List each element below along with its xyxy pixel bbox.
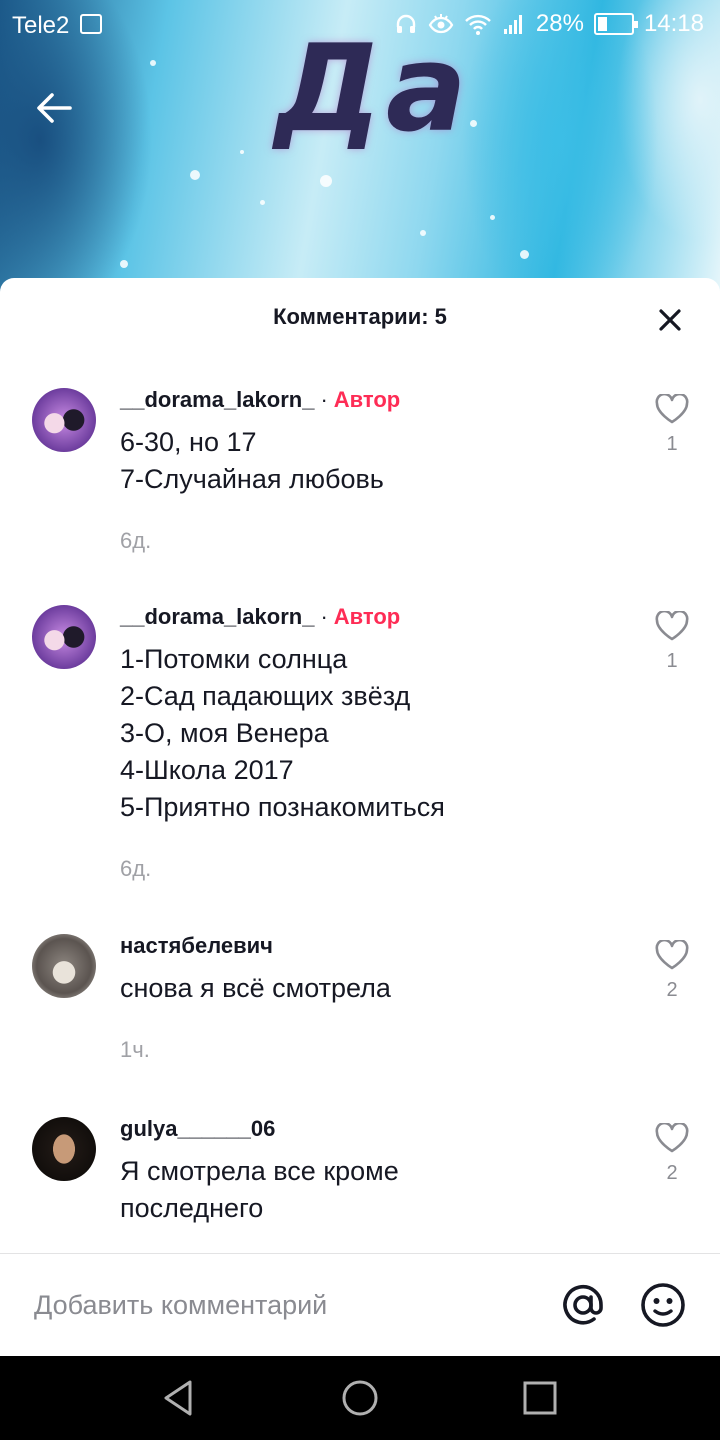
clock: 14:18: [643, 10, 704, 37]
heart-outline-icon: [655, 1121, 689, 1153]
battery-percent: 28%: [535, 10, 584, 37]
close-icon: [659, 309, 681, 331]
at-sign-icon: [563, 1284, 603, 1325]
comments-title: Комментарии: 5: [273, 304, 447, 329]
comment-username[interactable]: gulya______06: [120, 1116, 275, 1141]
author-badge: Автор: [333, 387, 401, 412]
eye-comfort-icon: [428, 14, 454, 34]
comment-text: Я смотрела все кроме последнего: [120, 1153, 610, 1227]
heart-outline-icon: [655, 609, 689, 641]
sparkle: [260, 200, 265, 205]
comment-username[interactable]: __dorama_lakorn_: [120, 604, 314, 629]
comment-list: __dorama_lakorn_ · Автор 6-30, но 17 7-Слу…: [0, 358, 720, 1253]
comment-line: 7-Случайная любовь: [120, 464, 384, 494]
mention-button[interactable]: [558, 1280, 608, 1330]
signal-icon: [503, 15, 522, 34]
separator-dot: ·: [320, 387, 328, 412]
comment-header: gulya______06: [120, 1115, 610, 1143]
comment-item: gulya______06 Я смотрела все кроме после…: [0, 1115, 720, 1227]
comment-line: 1-Потомки солнца: [120, 644, 348, 674]
avatar[interactable]: [32, 1117, 96, 1181]
comment-time: 6д.: [120, 528, 152, 553]
nav-recents-button[interactable]: [518, 1376, 562, 1420]
comment-username[interactable]: настябелевич: [120, 933, 273, 958]
battery-icon: [593, 13, 638, 35]
heart-outline-icon: [655, 938, 689, 970]
sparkle: [240, 150, 244, 154]
comments-sheet: Комментарии: 5 __dorama_lakorn_ · Автор 6-…: [0, 278, 720, 1356]
comment-line: 4-Школа 2017: [120, 755, 294, 785]
avatar[interactable]: [32, 605, 96, 669]
headphones-icon: [396, 14, 416, 33]
status-bar: Tele2 28% 14:18: [0, 0, 720, 50]
sparkle: [150, 60, 156, 66]
comment-line: снова я всё смотрела: [120, 973, 391, 1003]
comment-header: __dorama_lakorn_ · Автор: [120, 386, 610, 414]
comment-line: 6-30, но 17: [120, 427, 257, 457]
emoji-button[interactable]: [638, 1280, 688, 1330]
comment-item: __dorama_lakorn_ · Автор 6-30, но 17 7-Слу…: [0, 386, 720, 554]
like-count: 1: [666, 433, 678, 455]
comment-text: снова я всё смотрела: [120, 970, 610, 1007]
smiley-icon: [641, 1283, 685, 1327]
comment-time: 6д.: [120, 856, 152, 881]
like-count: 1: [666, 650, 678, 672]
heart-outline-icon: [655, 392, 689, 424]
sparkle: [490, 215, 495, 220]
comment-text: 1-Потомки солнца 2-Сад падающих звёзд 3-…: [120, 641, 610, 826]
comment-text: 6-30, но 17 7-Случайная любовь: [120, 424, 610, 498]
separator-dot: ·: [320, 604, 328, 629]
arrow-left-icon: [37, 93, 72, 123]
battery-fill: [597, 17, 607, 31]
like-count: 2: [666, 1162, 678, 1184]
sparkle: [520, 250, 529, 259]
comment-header: __dorama_lakorn_ · Автор: [120, 603, 610, 631]
nav-home-button[interactable]: [338, 1376, 382, 1420]
avatar[interactable]: [32, 934, 96, 998]
like-button[interactable]: 1: [648, 392, 696, 456]
triangle-back-icon: [164, 1380, 192, 1416]
comment-input[interactable]: [32, 1276, 536, 1334]
comment-line: последнего: [120, 1193, 264, 1223]
sheet-header: Комментарии: 5: [0, 278, 720, 358]
like-button[interactable]: 2: [648, 1121, 696, 1185]
sparkle: [420, 230, 426, 236]
image-notification-icon: [80, 14, 102, 34]
author-badge: Автор: [333, 604, 401, 629]
back-button[interactable]: [30, 84, 78, 132]
like-button[interactable]: 2: [648, 938, 696, 1002]
sparkle: [470, 120, 477, 127]
avatar[interactable]: [32, 388, 96, 452]
close-button[interactable]: [650, 300, 690, 340]
navigation-bar: [0, 1356, 720, 1440]
comment-line: 3-О, моя Венера: [120, 718, 329, 748]
like-button[interactable]: 1: [648, 609, 696, 673]
comment-item: настябелевич снова я всё смотрела 1ч.: [0, 932, 720, 1063]
circle-home-icon: [342, 1380, 378, 1416]
comment-line: Я смотрела все кроме: [120, 1156, 399, 1186]
sparkle: [120, 260, 128, 268]
wifi-icon: [465, 14, 491, 35]
comment-item: __dorama_lakorn_ · Автор 1-Потомки солнца …: [0, 603, 720, 882]
comment-time: 1ч.: [120, 1037, 150, 1062]
carrier-label: Tele2: [12, 12, 70, 39]
comment-header: настябелевич: [120, 932, 610, 960]
comment-username[interactable]: __dorama_lakorn_: [120, 387, 314, 412]
sparkle: [190, 170, 200, 180]
like-count: 2: [666, 979, 678, 1001]
sparkle: [320, 175, 332, 187]
square-recents-icon: [523, 1381, 557, 1415]
nav-back-button[interactable]: [158, 1376, 202, 1420]
comment-line: 2-Сад падающих звёзд: [120, 681, 411, 711]
comment-input-bar: [0, 1253, 720, 1356]
comment-line: 5-Приятно познакомиться: [120, 792, 445, 822]
